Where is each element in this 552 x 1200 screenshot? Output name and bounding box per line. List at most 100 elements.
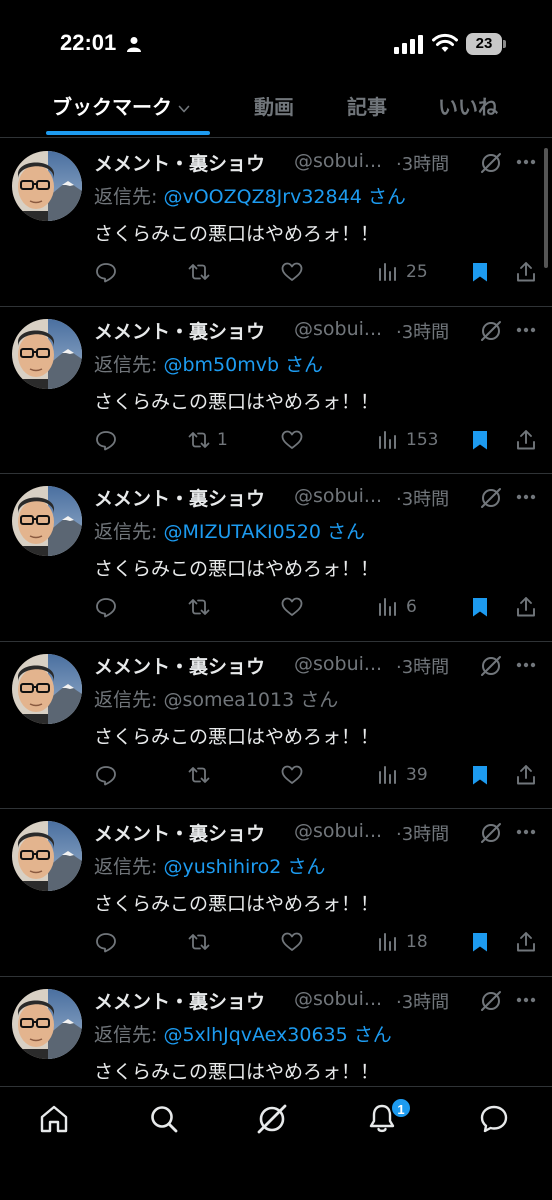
bookmark-button[interactable] [468, 927, 492, 957]
display-name[interactable]: メメント・裏ショウ [94, 484, 265, 511]
nav-home[interactable] [38, 1103, 74, 1139]
like-button[interactable] [280, 592, 310, 622]
reply-icon [96, 765, 116, 785]
views-button[interactable]: 153 [376, 425, 438, 455]
reply-to-mention[interactable]: @vOOZQZ8Jrv32844 さん [163, 186, 405, 208]
display-name[interactable]: メメント・裏ショウ [94, 652, 265, 679]
tab-videos[interactable]: 動画 [254, 80, 294, 138]
user-handle[interactable]: @sobui... [294, 653, 400, 675]
share-button[interactable] [514, 592, 538, 622]
display-name[interactable]: メメント・裏ショウ [94, 819, 265, 846]
more-options-icon[interactable] [516, 327, 536, 333]
share-icon [517, 932, 535, 952]
tweet[interactable]: メメント・裏ショウ @sobui... ·3時間 返信先: @MIZUTAKI0… [0, 474, 552, 642]
display-name[interactable]: メメント・裏ショウ [94, 317, 265, 344]
reply-to-mention[interactable]: @5xlhJqvAex30635 さん [163, 1024, 391, 1046]
user-handle[interactable]: @sobui... [294, 150, 400, 172]
like-button[interactable] [280, 425, 310, 455]
grok-icon[interactable] [480, 990, 502, 1012]
user-handle[interactable]: @sobui... [294, 820, 400, 842]
avatar[interactable] [12, 653, 82, 724]
tweet[interactable]: メメント・裏ショウ @sobui... ·3時間 返信先: @vOOZQZ8Jr… [0, 139, 552, 307]
avatar[interactable] [12, 486, 82, 556]
avatar[interactable] [12, 821, 82, 891]
tweet-timestamp[interactable]: ·3時間 [396, 485, 449, 511]
nav-messages[interactable] [478, 1103, 514, 1139]
bookmark-button[interactable] [468, 760, 492, 790]
views-button[interactable]: 39 [376, 760, 428, 790]
scrollbar[interactable] [544, 148, 548, 268]
reply-to-mention[interactable]: @MIZUTAKI0520 さん [163, 521, 365, 543]
tweet-timestamp[interactable]: ·3時間 [396, 820, 449, 846]
avatar[interactable] [12, 318, 82, 389]
retweet-count: 1 [217, 429, 228, 450]
status-bar: 22:01 23 [0, 0, 552, 88]
display-name[interactable]: メメント・裏ショウ [94, 149, 265, 176]
share-button[interactable] [514, 760, 538, 790]
reply-button[interactable] [94, 760, 124, 790]
tab-bookmarks[interactable]: ブックマーク [52, 80, 190, 138]
avatar[interactable] [12, 988, 82, 1059]
tweet-actions: 25 [94, 257, 544, 287]
display-name[interactable]: メメント・裏ショウ [94, 987, 265, 1014]
tweet[interactable]: メメント・裏ショウ @sobui... ·3時間 返信先: @5xlhJqvAe… [0, 977, 552, 1087]
user-handle[interactable]: @sobui... [294, 485, 400, 507]
tweet-timestamp[interactable]: ·3時間 [396, 150, 449, 176]
user-handle[interactable]: @sobui... [294, 318, 400, 340]
more-options-icon[interactable] [516, 494, 536, 500]
reply-button[interactable] [94, 592, 124, 622]
tweet-timestamp[interactable]: ·3時間 [396, 988, 449, 1014]
grok-icon[interactable] [480, 320, 502, 342]
grok-icon [257, 1104, 287, 1134]
tweet[interactable]: メメント・裏ショウ @sobui... ·3時間 返信先: @yushihiro… [0, 809, 552, 977]
heart-icon [281, 765, 303, 784]
retweet-button[interactable]: 1 [187, 425, 228, 455]
reply-icon [96, 263, 116, 283]
share-button[interactable] [514, 927, 538, 957]
share-button[interactable] [514, 257, 538, 287]
views-button[interactable]: 18 [376, 927, 428, 957]
retweet-button[interactable] [187, 927, 217, 957]
tab-articles[interactable]: 記事 [347, 80, 387, 138]
reply-to-mention[interactable]: @yushihiro2 さん [163, 856, 325, 878]
bookmark-button[interactable] [468, 257, 492, 287]
grok-icon[interactable] [480, 822, 502, 844]
retweet-button[interactable] [187, 592, 217, 622]
views-button[interactable]: 6 [376, 592, 417, 622]
share-button[interactable] [514, 425, 538, 455]
more-options-icon[interactable] [516, 997, 536, 1003]
cellular-signal-icon [394, 35, 423, 54]
reply-button[interactable] [94, 257, 124, 287]
more-options-icon[interactable] [516, 662, 536, 668]
views-chart-icon [379, 598, 396, 616]
bookmark-button[interactable] [468, 425, 492, 455]
nav-grok[interactable] [256, 1103, 292, 1139]
retweet-button[interactable] [187, 257, 217, 287]
reply-button[interactable] [94, 927, 124, 957]
like-button[interactable] [280, 927, 310, 957]
retweet-button[interactable] [187, 760, 217, 790]
like-button[interactable] [280, 760, 310, 790]
grok-icon[interactable] [480, 487, 502, 509]
share-icon [517, 597, 535, 617]
reply-button[interactable] [94, 425, 124, 455]
tweet[interactable]: メメント・裏ショウ @sobui... ·3時間 返信先: @somea1013… [0, 642, 552, 809]
grok-icon[interactable] [480, 152, 502, 174]
tab-likes[interactable]: いいね [438, 80, 498, 138]
tweet-timestamp[interactable]: ·3時間 [396, 318, 449, 344]
grok-icon[interactable] [480, 655, 502, 677]
more-options-icon[interactable] [516, 829, 536, 835]
bookmark-button[interactable] [468, 592, 492, 622]
reply-to-mention[interactable]: @somea1013 さん [163, 689, 338, 711]
user-handle[interactable]: @sobui... [294, 988, 400, 1010]
tweet[interactable]: メメント・裏ショウ @sobui... ·3時間 返信先: @bm50mvb さ… [0, 307, 552, 474]
views-button[interactable]: 25 [376, 257, 428, 287]
nav-search[interactable] [148, 1103, 184, 1139]
more-options-icon[interactable] [516, 159, 536, 165]
like-button[interactable] [280, 257, 310, 287]
chevron-down-icon [178, 105, 190, 112]
avatar[interactable] [12, 151, 82, 221]
tweet-timestamp[interactable]: ·3時間 [396, 653, 449, 679]
reply-icon [96, 598, 116, 618]
reply-to-mention[interactable]: @bm50mvb さん [163, 354, 323, 376]
